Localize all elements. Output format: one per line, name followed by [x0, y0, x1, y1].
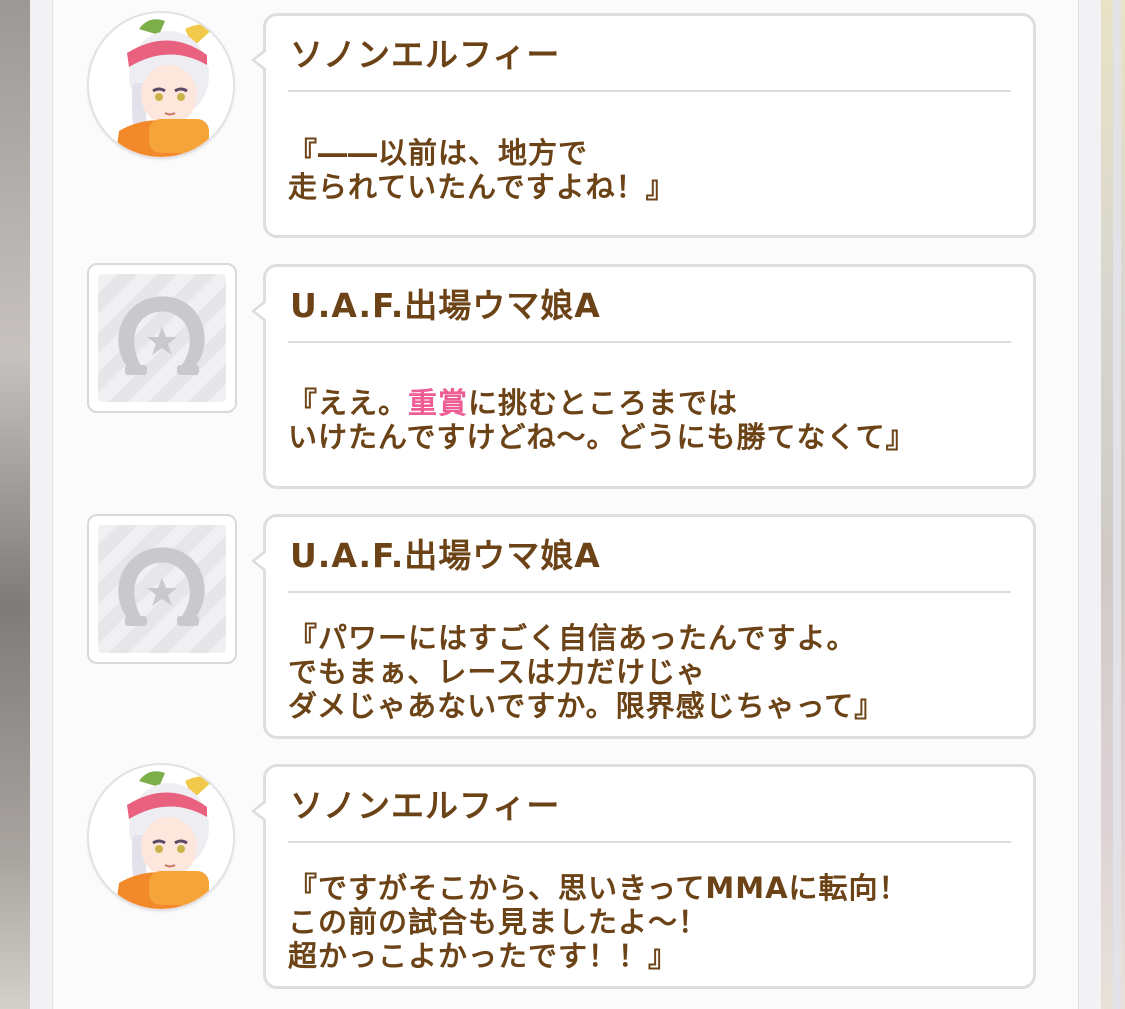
dialogue-line: 『ですがそこから、思いきってMMAに転向！ [288, 871, 909, 905]
divider [288, 341, 1011, 343]
keyword-highlight[interactable]: 重賞 [408, 386, 468, 420]
divider [288, 591, 1011, 593]
speaker-name: ソノンエルフィー [290, 786, 561, 825]
dialogue-line: 超かっこよかったです！！』 [288, 939, 679, 973]
dialogue-bubble: ソノンエルフィー 『ですがそこから、思いきってMMAに転向！ この前の試合も見ま… [251, 764, 1036, 989]
horseshoe-placeholder-icon [118, 547, 205, 626]
divider [288, 841, 1011, 843]
speaker-avatar [87, 763, 235, 911]
speaker-name: U.A.F.出場ウマ娘A [290, 536, 601, 575]
speaker-avatar [87, 263, 237, 413]
dialogue-line: 『――以前は、地方で [288, 136, 589, 170]
dialogue-line: 『パワーにはすごく自信あったんですよ。 [288, 621, 857, 655]
dialogue-text: 『ええ。重賞に挑むところまでは いけたんですけどね～。どうにも勝てなくて』 [288, 386, 916, 454]
horseshoe-placeholder-icon [118, 296, 205, 375]
speaker-avatar [87, 514, 237, 664]
dialogue-line: でもまぁ、レースは力だけじゃ [288, 655, 706, 689]
dialogue-line: 走られていたんですよね！』 [288, 170, 676, 204]
dialogue-text: 『ですがそこから、思いきってMMAに転向！ この前の試合も見ましたよ～！ 超かっ… [288, 871, 909, 973]
dialogue-bubble: ソノンエルフィー 『――以前は、地方で 走られていたんですよね！』 [251, 13, 1036, 238]
dialogue-bubble: U.A.F.出場ウマ娘A 『パワーにはすごく自信あったんですよ。 でもまぁ、レー… [251, 514, 1036, 739]
dialogue-text: 『パワーにはすごく自信あったんですよ。 でもまぁ、レースは力だけじゃ ダメじゃあ… [288, 621, 884, 723]
speaker-avatar [87, 11, 235, 159]
character-portrait-icon [91, 15, 233, 157]
log-scrollbar[interactable] [1113, 0, 1121, 1009]
dialogue-line: いけたんですけどね～。どうにも勝てなくて』 [288, 420, 916, 454]
dialogue-line: 『ええ。重賞に挑むところまでは [288, 386, 739, 420]
background-left-edge [0, 0, 30, 1009]
dialogue-line: この前の試合も見ましたよ～！ [288, 905, 709, 939]
character-portrait-icon [91, 767, 233, 909]
divider [288, 90, 1011, 92]
speaker-name: U.A.F.出場ウマ娘A [290, 286, 601, 325]
dialogue-line: ダメじゃあないですか。限界感じちゃって』 [288, 689, 885, 723]
dialogue-text: 『――以前は、地方で 走られていたんですよね！』 [288, 136, 676, 204]
dialogue-bubble: U.A.F.出場ウマ娘A 『ええ。重賞に挑むところまでは いけたんですけどね～。… [251, 264, 1036, 489]
speaker-name: ソノンエルフィー [290, 35, 561, 74]
